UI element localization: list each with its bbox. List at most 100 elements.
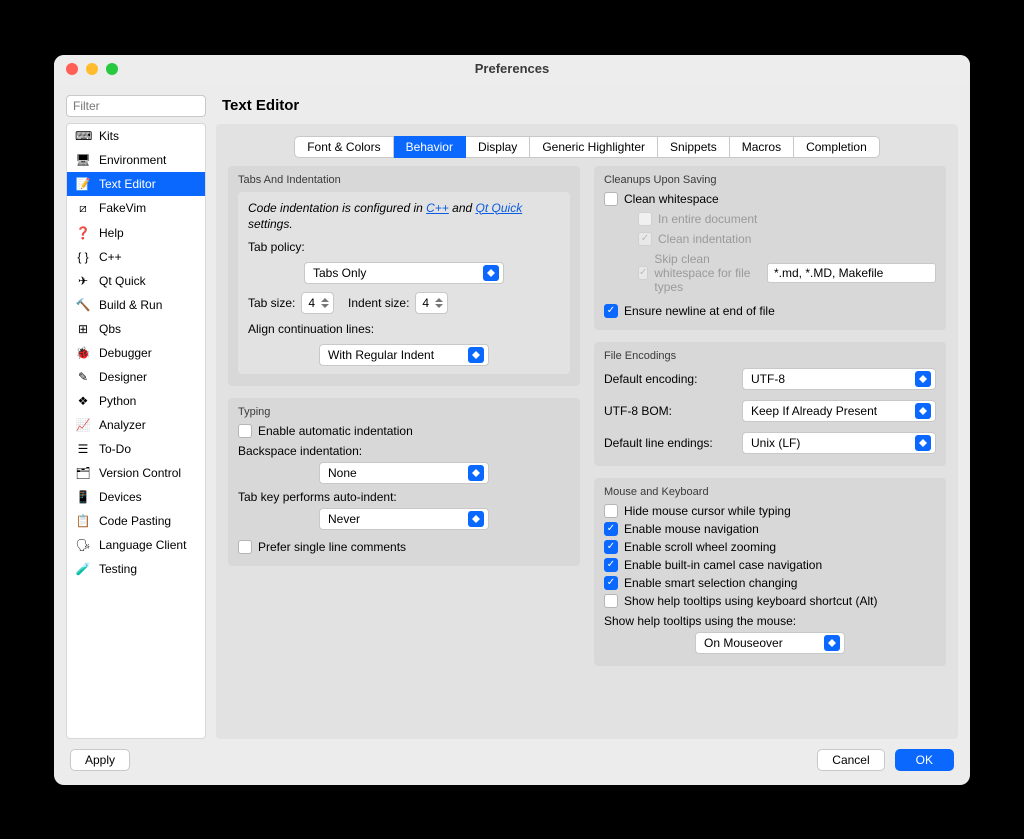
backspace-label: Backspace indentation: (238, 444, 570, 458)
sidebar-item-langclient[interactable]: 🗣Language Client (67, 533, 205, 557)
tabkey-select[interactable]: Never (319, 508, 489, 530)
sidebar-item-qtquick[interactable]: ✈Qt Quick (67, 269, 205, 293)
sidebar-item-environment[interactable]: 🖥Environment (67, 148, 205, 172)
sidebar-item-label: Designer (99, 370, 147, 384)
testing-icon: 🧪 (75, 562, 91, 576)
link-cpp[interactable]: C++ (426, 201, 449, 215)
sidebar-item-kits[interactable]: ⌨Kits (67, 124, 205, 148)
codepasting-icon: 📋 (75, 514, 91, 528)
hide-cursor-label: Hide mouse cursor while typing (624, 504, 791, 518)
tab-font-colors[interactable]: Font & Colors (294, 136, 393, 158)
sidebar-item-todo[interactable]: ☰To-Do (67, 437, 205, 461)
sidebar-item-cpp[interactable]: { } C++ (67, 245, 205, 269)
hide-cursor-checkbox[interactable] (604, 504, 618, 518)
sidebar-item-label: Testing (99, 562, 137, 576)
bom-select[interactable]: Keep If Already Present (742, 400, 936, 422)
tab-policy-select[interactable]: Tabs Only (304, 262, 504, 284)
sidebar-item-devices[interactable]: 📱Devices (67, 485, 205, 509)
sidebar-item-qbs[interactable]: ⊞ Qbs (67, 317, 205, 341)
stepper-icon (319, 295, 331, 311)
mouse-keyboard-group: Mouse and Keyboard Hide mouse cursor whi… (594, 478, 946, 666)
sidebar-item-analyzer[interactable]: 📈Analyzer (67, 413, 205, 437)
clean-ws-checkbox[interactable] (604, 192, 618, 206)
close-icon[interactable] (66, 63, 78, 75)
sidebar-item-label: Qbs (99, 322, 121, 336)
tab-generic-highlighter[interactable]: Generic Highlighter (530, 136, 658, 158)
cleanups-group: Cleanups Upon Saving Clean whitespace In… (594, 166, 946, 330)
sidebar-item-vcs[interactable]: 🗂Version Control (67, 461, 205, 485)
qbs-icon: ⊞ (75, 322, 91, 336)
tabs-indentation-group: Tabs And Indentation Code indentation is… (228, 166, 580, 386)
filter-input[interactable] (66, 95, 206, 117)
preferences-window: Preferences ⌨Kits 🖥Environment 📝Text Edi… (54, 55, 970, 785)
clean-indent-checkbox: ✓ (638, 232, 652, 246)
endings-label: Default line endings: (604, 436, 734, 450)
auto-indent-checkbox[interactable] (238, 424, 252, 438)
sidebar-item-label: Build & Run (99, 298, 162, 312)
tab-size-spinner[interactable]: 4 (301, 292, 334, 314)
text-editor-icon: 📝 (75, 177, 91, 191)
sidebar-item-label: Language Client (99, 538, 186, 552)
sidebar-item-buildrun[interactable]: 🔨 Build & Run (67, 293, 205, 317)
help-icon: ❓ (75, 226, 91, 240)
analyzer-icon: 📈 (75, 418, 91, 432)
indentation-note: Code indentation is configured in C++ an… (248, 200, 560, 232)
smart-sel-checkbox[interactable]: ✓ (604, 576, 618, 590)
default-encoding-select[interactable]: UTF-8 (742, 368, 936, 390)
ok-button[interactable]: OK (895, 749, 954, 771)
tab-macros[interactable]: Macros (730, 136, 794, 158)
tab-behavior[interactable]: Behavior (394, 136, 466, 158)
chevron-updown-icon (468, 347, 484, 363)
section-label: Tabs And Indentation (238, 174, 570, 186)
ensure-newline-checkbox[interactable]: ✓ (604, 304, 618, 318)
skip-ws-checkbox: ✓ (638, 266, 648, 280)
todo-icon: ☰ (75, 442, 91, 456)
mouse-nav-checkbox[interactable]: ✓ (604, 522, 618, 536)
backspace-select[interactable]: None (319, 462, 489, 484)
camelcase-checkbox[interactable]: ✓ (604, 558, 618, 572)
sidebar-item-fakevim[interactable]: ⧄FakeVim (67, 196, 205, 221)
sidebar-item-label: C++ (99, 250, 122, 264)
sidebar-item-python[interactable]: ❖Python (67, 389, 205, 413)
sidebar-item-help[interactable]: ❓Help (67, 221, 205, 245)
skip-ws-input[interactable] (767, 263, 936, 283)
sidebar-item-codepasting[interactable]: 📋 Code Pasting (67, 509, 205, 533)
cpp-icon: { } (75, 250, 91, 264)
sidebar-item-debugger[interactable]: 🐞Debugger (67, 341, 205, 365)
sidebar-item-designer[interactable]: ✎Designer (67, 365, 205, 389)
indent-size-spinner[interactable]: 4 (415, 292, 448, 314)
chevron-updown-icon (915, 403, 931, 419)
link-qtquick[interactable]: Qt Quick (476, 201, 523, 215)
in-entire-checkbox (638, 212, 652, 226)
indent-size-label: Indent size: (348, 296, 409, 310)
align-select[interactable]: With Regular Indent (319, 344, 489, 366)
tab-display[interactable]: Display (466, 136, 530, 158)
bom-label: UTF-8 BOM: (604, 404, 734, 418)
sidebar-item-label: Code Pasting (99, 514, 171, 528)
help-alt-checkbox[interactable] (604, 594, 618, 608)
help-mouse-label: Show help tooltips using the mouse: (604, 614, 936, 628)
tabstrip: Font & Colors Behavior Display Generic H… (228, 136, 946, 158)
endings-select[interactable]: Unix (LF) (742, 432, 936, 454)
chevron-updown-icon (915, 435, 931, 451)
section-label: Mouse and Keyboard (604, 486, 936, 498)
auto-indent-label: Enable automatic indentation (258, 424, 413, 438)
scroll-zoom-checkbox[interactable]: ✓ (604, 540, 618, 554)
minimize-icon[interactable] (86, 63, 98, 75)
tab-completion[interactable]: Completion (794, 136, 880, 158)
help-alt-label: Show help tooltips using keyboard shortc… (624, 594, 877, 608)
prefer-single-checkbox[interactable] (238, 540, 252, 554)
help-mouse-select[interactable]: On Mouseover (695, 632, 845, 654)
zoom-icon[interactable] (106, 63, 118, 75)
sidebar-item-label: FakeVim (99, 201, 146, 215)
tab-policy-label: Tab policy: (248, 240, 560, 254)
cancel-button[interactable]: Cancel (817, 749, 884, 771)
page-title: Text Editor (216, 95, 958, 116)
buildrun-icon: 🔨 (75, 298, 91, 312)
sidebar-item-text-editor[interactable]: 📝 Text Editor (67, 172, 205, 196)
apply-button[interactable]: Apply (70, 749, 130, 771)
sidebar-item-testing[interactable]: 🧪 Testing (67, 557, 205, 581)
tab-snippets[interactable]: Snippets (658, 136, 730, 158)
sidebar-item-label: Text Editor (99, 177, 156, 191)
chevron-updown-icon (915, 371, 931, 387)
